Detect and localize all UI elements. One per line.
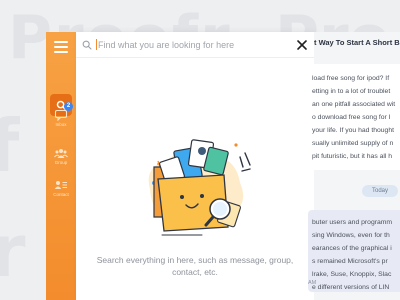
search-input[interactable] <box>98 37 288 53</box>
sidebar-item-inbox[interactable]: 2 Inbox <box>46 102 76 127</box>
inbox-badge: 2 <box>64 102 73 111</box>
sidebar-item-label: Inbox <box>55 122 67 127</box>
sidebar-item-label: Contact <box>53 192 69 197</box>
message-bubble: buter users and programm sing Windows, e… <box>308 210 400 292</box>
message-line: your life. If you had thought <box>312 127 394 134</box>
sidebar-item-contact[interactable]: Contact <box>46 178 76 197</box>
message-line: buter users and programm <box>312 219 393 226</box>
message-line: s remained Microsoft's pr <box>312 258 388 265</box>
message-line: etting in to a lot of troublet <box>312 88 391 95</box>
sidebar-item-group[interactable]: Group <box>46 146 76 165</box>
background-word: f <box>0 104 20 188</box>
message-line: load free song for ipod? If <box>312 75 390 82</box>
sidebar-item-label: Group <box>54 160 68 165</box>
close-icon[interactable] <box>296 39 308 51</box>
message-line: o download free song for I <box>312 114 391 121</box>
message-line: earances of the graphical i <box>312 245 392 252</box>
message-line: an one pitfall associated wit <box>312 101 396 108</box>
message-time: AM <box>308 280 317 286</box>
message-line: pit futuristic, but it has all h <box>312 153 393 160</box>
sidebar: 2 Inbox Group Contact <box>46 32 76 300</box>
message-line: e different versions of LIN <box>312 284 390 291</box>
contact-icon <box>54 178 68 190</box>
search-icon <box>82 40 92 50</box>
chat-title: t Way To Start A Short Bro <box>314 38 400 47</box>
chat-bubble-icon: 2 <box>54 102 73 122</box>
folder-search-illustration <box>148 139 251 236</box>
message-line: lrake, Suse, Knoppix, Slac <box>312 271 392 278</box>
hamburger-menu-icon[interactable] <box>52 38 70 56</box>
empty-state-message: Search everything in here, such as messa… <box>96 255 294 277</box>
message-line: sually unlimited supply of n <box>312 140 394 147</box>
search-panel: Search everything in here, such as messa… <box>76 32 314 300</box>
search-bar <box>76 32 314 58</box>
group-icon <box>54 146 68 158</box>
chat-area: t Way To Start A Short Bro load free son… <box>308 32 400 300</box>
text-caret <box>96 39 97 50</box>
message-line: sing Windows, even for th <box>312 232 390 239</box>
day-separator: Today <box>362 185 398 197</box>
message-bubble: load free song for ipod? If etting in to… <box>308 64 400 170</box>
background-word: r <box>0 209 26 293</box>
